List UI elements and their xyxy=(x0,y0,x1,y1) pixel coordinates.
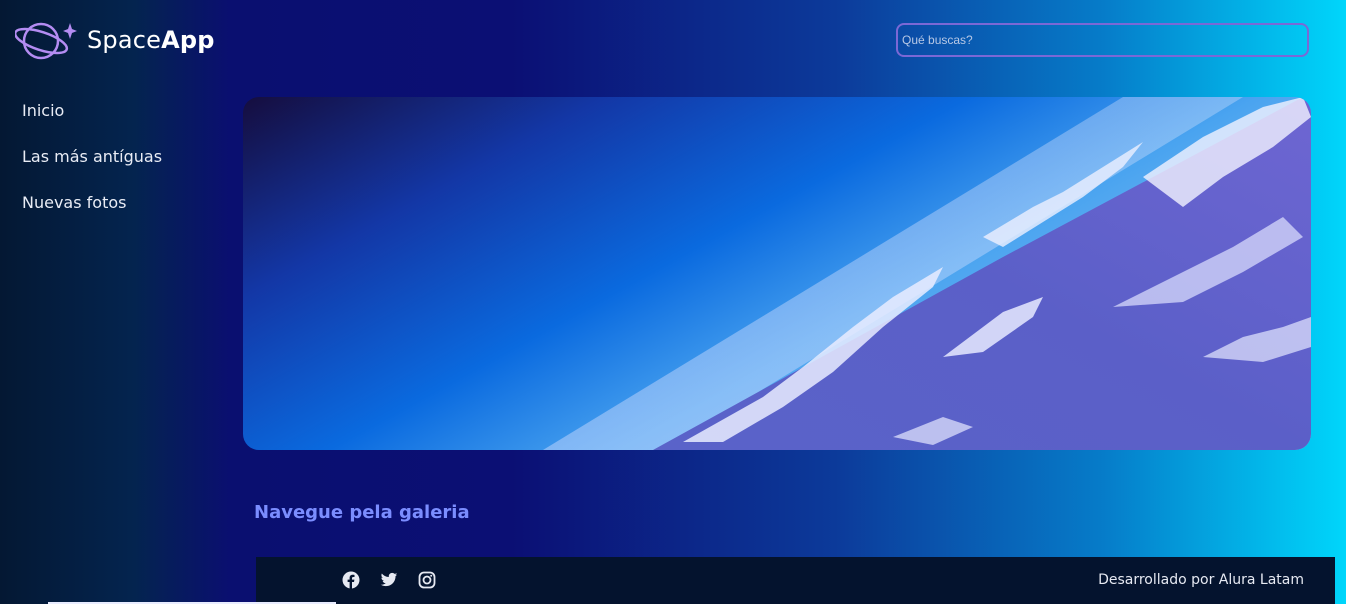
instagram-icon[interactable] xyxy=(418,571,436,589)
sidebar: Inicio Las más antíguas Nuevas fotos xyxy=(22,99,162,237)
planet-logo-icon xyxy=(15,17,77,63)
twitter-icon[interactable] xyxy=(380,571,398,589)
sidebar-item-nuevas-fotos[interactable]: Nuevas fotos xyxy=(22,191,162,237)
sidebar-item-inicio[interactable]: Inicio xyxy=(22,99,162,145)
sidebar-item-mas-antiguas[interactable]: Las más antíguas xyxy=(22,145,162,191)
logo[interactable]: SpaceApp xyxy=(15,17,215,63)
facebook-icon[interactable] xyxy=(342,571,360,589)
social-links xyxy=(342,571,436,589)
gallery-title: Navegue pela galeria xyxy=(254,502,470,523)
footer-credits: Desarrollado por Alura Latam xyxy=(1098,572,1304,588)
logo-text-bold: App xyxy=(161,26,215,54)
logo-text-regular: Space xyxy=(87,26,162,54)
footer: Desarrollado por Alura Latam xyxy=(256,557,1335,604)
hero-banner-image xyxy=(243,97,1311,450)
search-input[interactable] xyxy=(896,23,1309,57)
logo-text: SpaceApp xyxy=(87,26,215,54)
